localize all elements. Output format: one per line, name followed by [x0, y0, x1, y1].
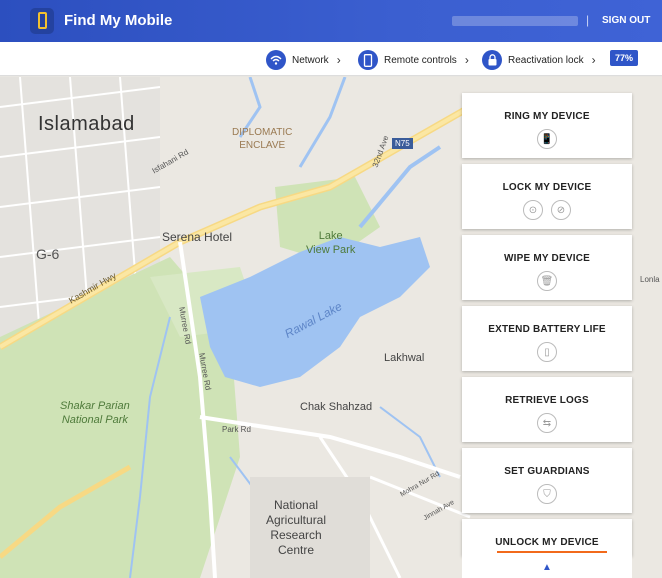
remote-controls-button[interactable]: Remote controls ›	[358, 49, 469, 71]
map-label-chak-shahzad: Chak Shahzad	[300, 401, 373, 413]
map-label-diplomatic-enclave: DIPLOMATIC ENCLAVE	[232, 126, 292, 152]
battery-icon: ▯	[537, 342, 557, 362]
retrieve-logs-card[interactable]: RETRIEVE LOGS ⇆	[462, 377, 632, 442]
scroll-up-button[interactable]: ▲	[462, 556, 632, 578]
retrieve-logs-title: RETRIEVE LOGS	[505, 395, 589, 406]
device-toolbar: Network › Remote controls › Reactivation…	[0, 42, 662, 76]
map-label-n75: N75	[392, 138, 413, 149]
selected-indicator	[497, 551, 607, 553]
map-label-diplomatic-line2: ENCLAVE	[239, 140, 286, 151]
find-my-mobile-logo-icon	[30, 8, 54, 34]
map-label-shakar-line1: Shakar Parian	[60, 400, 130, 412]
map-label-shakar-line2: National Park	[61, 414, 128, 426]
reactivation-lock-button[interactable]: Reactivation lock ›	[482, 49, 596, 71]
reactivation-lock-label: Reactivation lock	[508, 54, 584, 66]
unlock-my-device-card[interactable]: UNLOCK MY DEVICE	[462, 519, 632, 556]
network-button[interactable]: Network ›	[266, 49, 341, 71]
lock-screen-icon: ⊙	[523, 200, 543, 220]
wipe-my-device-card[interactable]: WIPE MY DEVICE 🗑	[462, 235, 632, 300]
chevron-right-icon: ›	[591, 53, 596, 67]
lock-my-device-title: LOCK MY DEVICE	[502, 182, 592, 193]
lock-icon	[482, 50, 502, 70]
map-label-lake-view-line2: View Park	[306, 244, 356, 256]
remote-controls-label: Remote controls	[384, 54, 457, 66]
app-title: Find My Mobile	[64, 12, 173, 29]
map-label-islamabad: Islamabad	[38, 113, 135, 135]
map-label-g6: G-6	[36, 246, 60, 262]
shield-icon: ⛉	[537, 484, 557, 504]
chevron-right-icon: ›	[464, 53, 469, 67]
map-label-lakhwal: Lakhwal	[384, 352, 425, 364]
sign-out-button[interactable]: SIGN OUT	[602, 15, 650, 26]
app-header: Find My Mobile | SIGN OUT	[0, 0, 662, 42]
phone-icon	[358, 50, 378, 70]
map-label-lake-view-park: Lake View Park	[306, 229, 355, 257]
map-label-narc-line4: Centre	[278, 543, 315, 557]
map-label-shakar-parian: Shakar Parian National Park	[60, 399, 130, 427]
ring-my-device-title: RING MY DEVICE	[504, 111, 590, 122]
set-guardians-title: SET GUARDIANS	[504, 466, 590, 477]
map-label-narc-line1: National	[274, 498, 319, 512]
map-label-lonla: Lonla	[640, 275, 660, 284]
set-guardians-card[interactable]: SET GUARDIANS ⛉	[462, 448, 632, 513]
lock-my-device-card[interactable]: LOCK MY DEVICE ⊙ ⊘	[462, 164, 632, 229]
battery-indicator: 77%	[610, 50, 638, 66]
map-label-narc-line2: Agricultural	[266, 513, 327, 527]
map-label-park-rd: Park Rd	[222, 425, 251, 434]
logs-arrows-icon: ⇆	[537, 413, 557, 433]
map-label-narc-line3: Research	[270, 528, 322, 542]
network-label: Network	[292, 54, 329, 66]
ring-my-device-card[interactable]: RING MY DEVICE 📱	[462, 93, 632, 158]
wipe-my-device-title: WIPE MY DEVICE	[504, 253, 590, 264]
map-label-narc: National Agricultural Research Centre	[266, 498, 326, 558]
lock-card-icon: ⊘	[551, 200, 571, 220]
chevron-up-icon: ▲	[542, 561, 552, 573]
map-label-serena-hotel: Serena Hotel	[162, 230, 233, 244]
map-label-diplomatic-line1: DIPLOMATIC	[232, 127, 293, 138]
chevron-right-icon: ›	[336, 53, 341, 67]
wifi-icon	[266, 50, 286, 70]
map-label-lake-view-line1: Lake	[318, 230, 343, 242]
extend-battery-life-title: EXTEND BATTERY LIFE	[488, 324, 606, 335]
trash-icon: 🗑	[537, 271, 557, 291]
blurred-account-name	[452, 16, 578, 26]
extend-battery-life-card[interactable]: EXTEND BATTERY LIFE ▯	[462, 306, 632, 371]
ring-phone-icon: 📱	[537, 129, 557, 149]
header-separator: |	[586, 13, 590, 27]
unlock-my-device-title: UNLOCK MY DEVICE	[495, 537, 599, 548]
